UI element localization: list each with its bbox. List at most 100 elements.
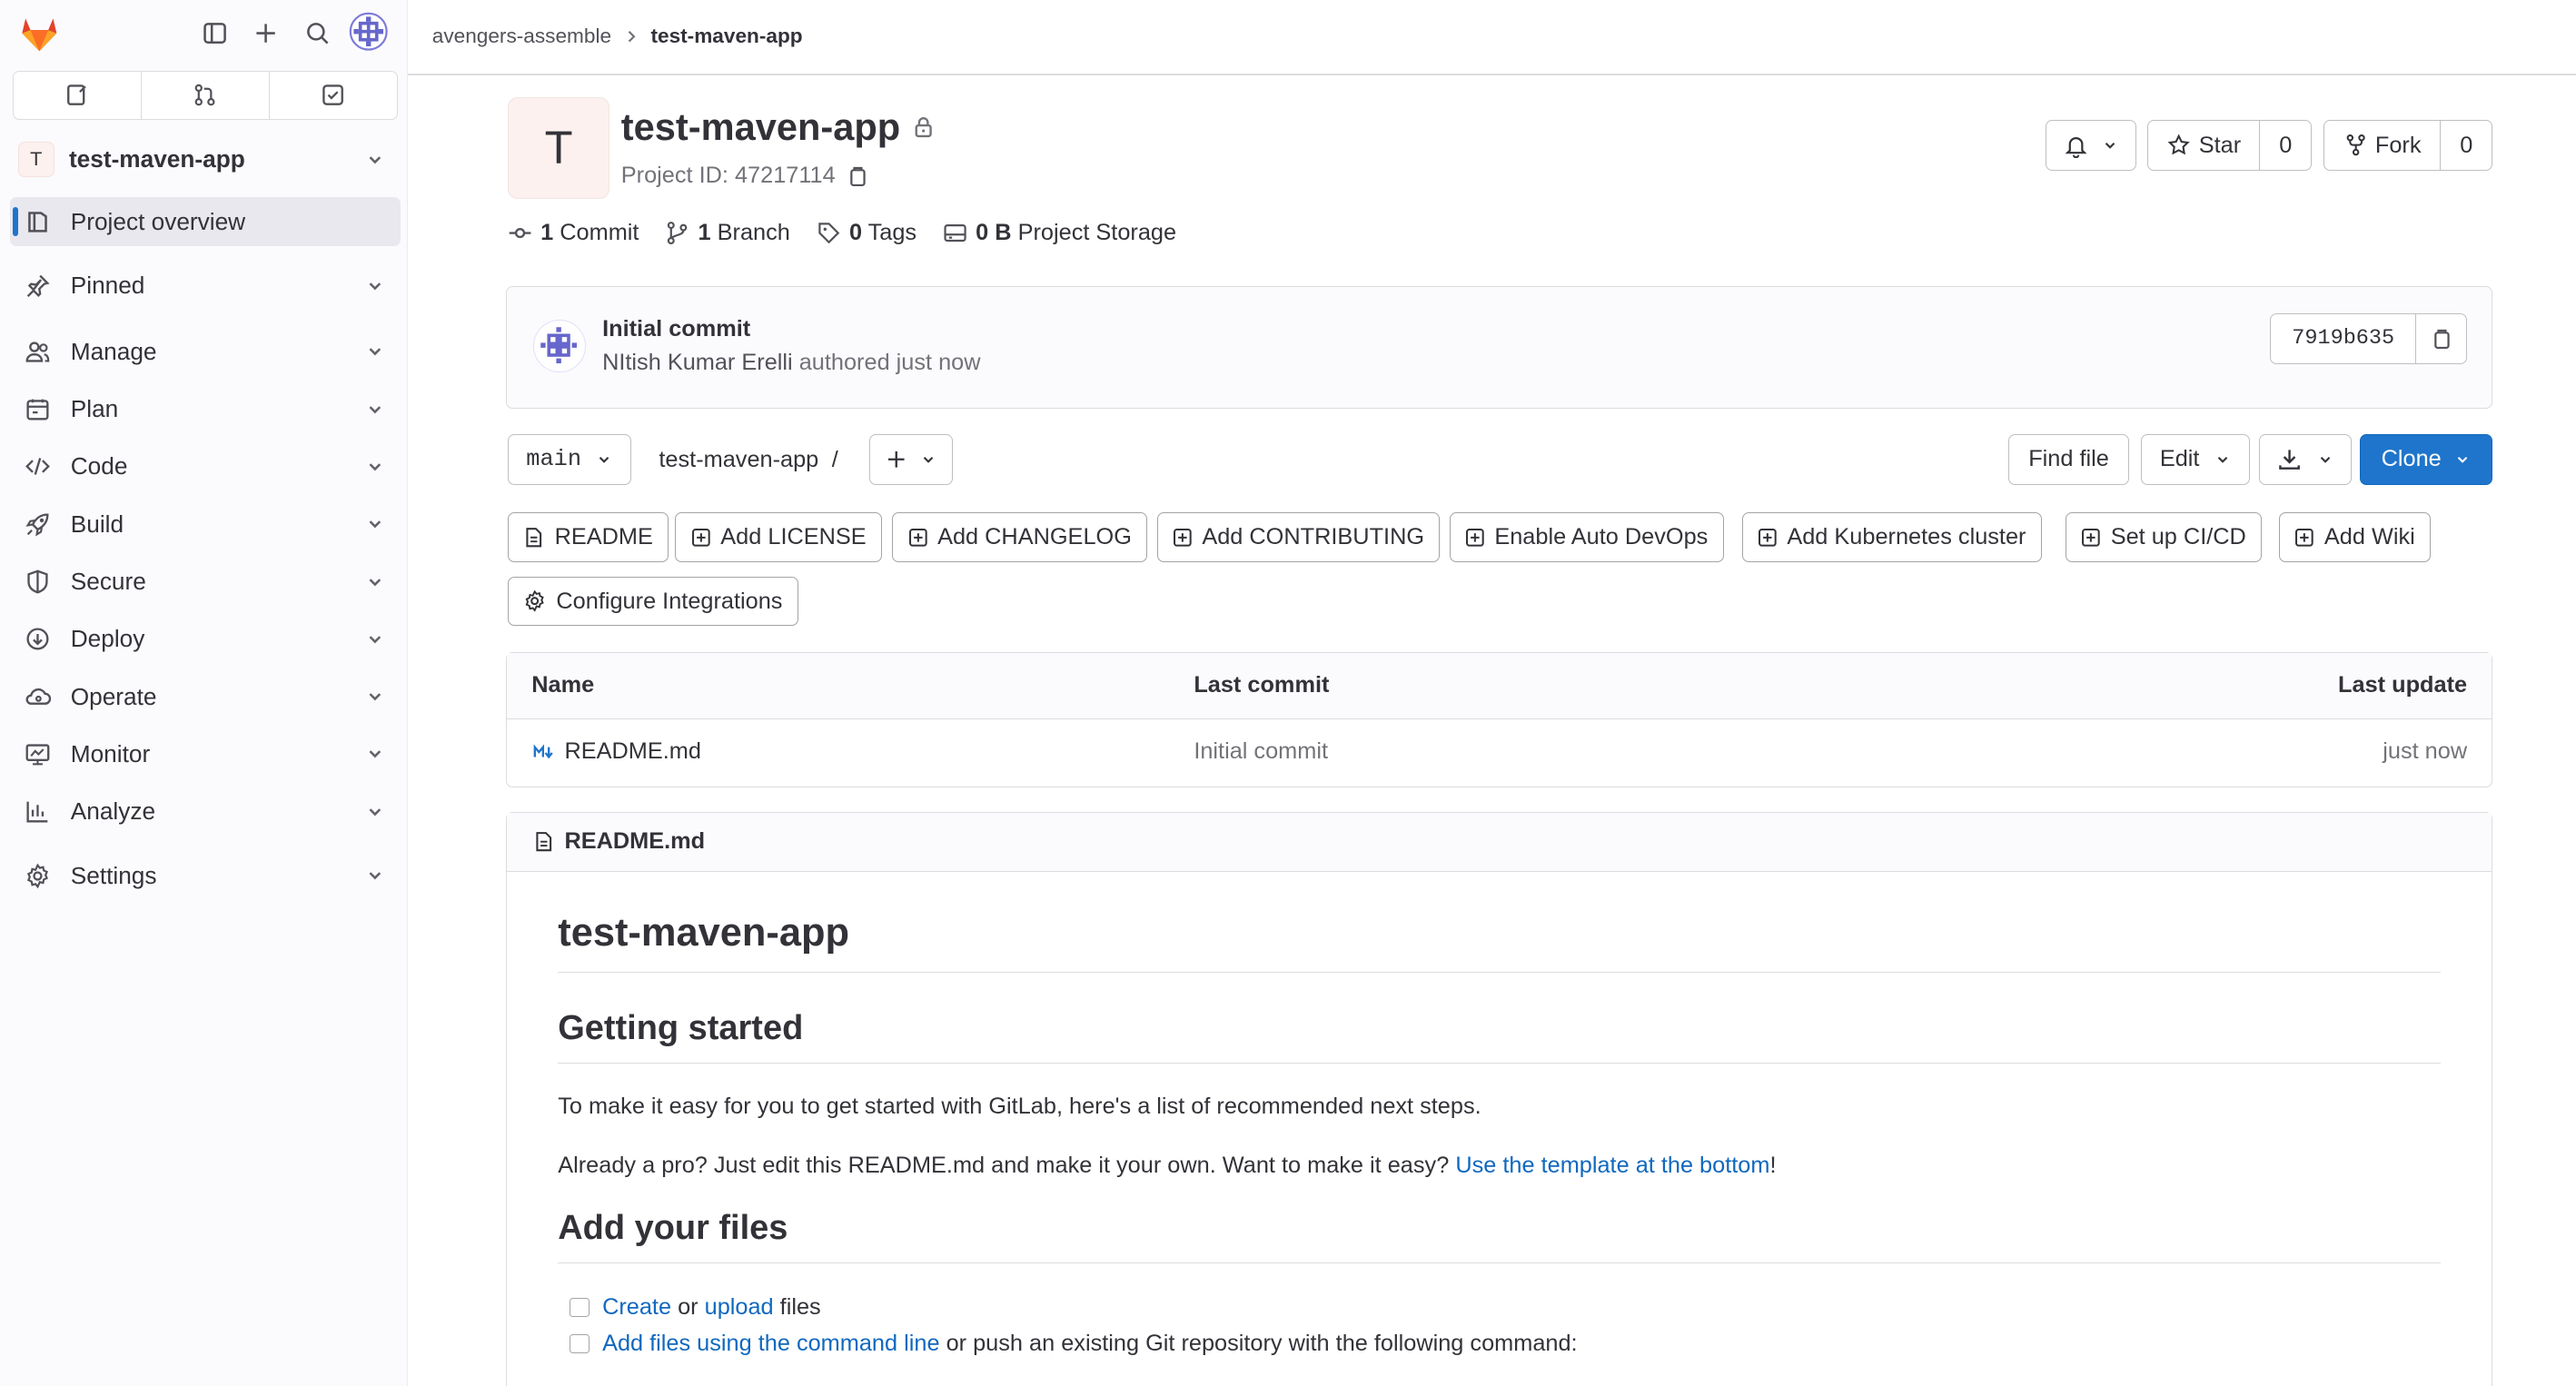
breadcrumb-group-link[interactable]: avengers-assemble <box>432 25 611 48</box>
set-up-ci-cd-button[interactable]: Set up CI/CD <box>2065 512 2263 562</box>
sidebar-item-analyze[interactable]: Analyze <box>10 787 401 837</box>
add-changelog-button[interactable]: Add CHANGELOG <box>892 512 1148 562</box>
commit-authored-time: authored just now <box>798 349 981 375</box>
add-license-button[interactable]: Add LICENSE <box>675 512 882 562</box>
sidebar-item-settings[interactable]: Settings <box>10 851 401 900</box>
copy-sha-button[interactable] <box>2416 312 2468 364</box>
repo-path-root-link[interactable]: test-maven-app <box>659 447 818 473</box>
upload-link[interactable]: upload <box>705 1294 774 1320</box>
last-commit-column-header: Last commit <box>1194 672 1330 698</box>
plus-square-icon <box>908 528 927 547</box>
sidebar-item-plan[interactable]: Plan <box>10 384 401 433</box>
project-id: Project ID: 47217114 <box>621 163 868 189</box>
commit-icon <box>509 228 531 239</box>
sidebar-item-pinned[interactable]: Pinned <box>10 262 401 311</box>
sidebar-item-project-overview[interactable]: Project overview <box>9 197 401 247</box>
storage-stat[interactable]: 0 B Project Storage <box>943 220 1176 246</box>
user-avatar-icon[interactable] <box>349 12 388 51</box>
find-file-button[interactable]: Find file <box>2007 433 2130 485</box>
merge-requests-tab[interactable] <box>141 70 270 121</box>
star-button[interactable]: Star <box>2147 120 2262 172</box>
search-icon[interactable] <box>299 15 335 51</box>
task-list-item: Add files using the command line or push… <box>558 1326 2441 1362</box>
plus-square-icon <box>1465 528 1484 547</box>
fork-button[interactable]: Fork <box>2323 120 2442 172</box>
sidebar-item-operate[interactable]: Operate <box>10 672 401 721</box>
readme-filename-link[interactable]: README.md <box>564 828 705 855</box>
todos-tab[interactable] <box>269 70 398 121</box>
download-dropdown[interactable] <box>2259 433 2352 485</box>
file-last-commit-link[interactable]: Initial commit <box>1194 738 1328 765</box>
notifications-dropdown[interactable] <box>2046 120 2136 172</box>
create-link[interactable]: Create <box>602 1294 671 1320</box>
chevron-down-icon <box>369 750 381 758</box>
chevron-down-icon <box>369 808 381 817</box>
enable-auto-devops-button[interactable]: Enable Auto DevOps <box>1449 512 1724 562</box>
settings-icon <box>23 861 53 891</box>
commits-stat[interactable]: 1 Commit <box>508 220 639 246</box>
edit-dropdown[interactable]: Edit <box>2141 433 2250 485</box>
star-count[interactable]: 0 <box>2259 120 2313 172</box>
quick-action-label: Add CHANGELOG <box>937 524 1132 550</box>
sidebar-item-label: Build <box>70 510 124 538</box>
add-to-tree-dropdown[interactable] <box>868 433 954 485</box>
pin-icon <box>23 271 53 301</box>
branch-selector[interactable]: main <box>507 433 631 485</box>
readme-content: test-maven-app Getting started To make i… <box>558 911 2442 1362</box>
commit-title-link[interactable]: Initial commit <box>602 316 750 342</box>
copy-icon <box>2434 329 2450 350</box>
project-title: test-maven-app <box>621 105 935 149</box>
storage-label: Project Storage <box>1017 220 1177 246</box>
sidebar-item-deploy[interactable]: Deploy <box>10 615 401 664</box>
copy-icon[interactable] <box>846 164 868 187</box>
tags-count: 0 <box>848 220 863 246</box>
configure-integrations-button[interactable]: Configure Integrations <box>507 576 798 627</box>
file-tree-table: Name Last commit Last update README.md I… <box>506 652 2493 787</box>
sidebar-item-build[interactable]: Build <box>10 500 401 549</box>
readme-heading-getting-started: Getting started <box>558 1009 2442 1064</box>
settings-icon <box>525 590 544 613</box>
readme-panel: README.md test-maven-app Getting started… <box>506 811 2493 1386</box>
task-checkbox[interactable] <box>569 1297 590 1318</box>
users-icon <box>23 337 53 367</box>
sidebar-item-secure[interactable]: Secure <box>10 557 401 606</box>
add-kubernetes-cluster-button[interactable]: Add Kubernetes cluster <box>1741 512 2042 562</box>
readme-quick-action[interactable]: README <box>507 512 669 562</box>
monitor-icon <box>23 739 53 769</box>
plus-icon[interactable] <box>248 15 284 51</box>
tags-stat[interactable]: 0 Tags <box>817 220 916 246</box>
table-row[interactable]: README.md Initial commit just now <box>507 719 2492 785</box>
sidebar-item-manage[interactable]: Manage <box>10 327 401 376</box>
chevron-down-icon <box>2105 143 2115 149</box>
task-checkbox[interactable] <box>569 1333 590 1354</box>
plus-square-icon <box>691 528 710 547</box>
readme-title: test-maven-app <box>558 911 2442 974</box>
project-switcher[interactable]: T test-maven-app <box>13 134 401 183</box>
star-label: Star <box>2198 132 2242 158</box>
sidebar-toggle-icon[interactable] <box>197 15 233 51</box>
breadcrumb-project-link[interactable]: test-maven-app <box>650 25 802 48</box>
commit-sha[interactable]: 7919b635 <box>2270 312 2417 364</box>
add-wiki-button[interactable]: Add Wiki <box>2279 512 2432 562</box>
readme-text: files <box>773 1294 821 1321</box>
gitlab-logo-icon[interactable] <box>16 10 63 56</box>
template-link[interactable]: Use the template at the bottom <box>1455 1153 1769 1178</box>
cloud-gear-icon <box>23 682 53 712</box>
add-contributing-button[interactable]: Add CONTRIBUTING <box>1156 512 1441 562</box>
branches-stat[interactable]: 1 Branch <box>665 220 790 246</box>
author-avatar-icon[interactable] <box>533 319 586 372</box>
fork-count[interactable]: 0 <box>2440 120 2493 172</box>
chart-icon <box>23 797 53 827</box>
sidebar-item-code[interactable]: Code <box>10 442 401 491</box>
issues-tab[interactable] <box>13 70 142 121</box>
sidebar-item-monitor[interactable]: Monitor <box>10 729 401 778</box>
plus-square-icon <box>2082 528 2100 547</box>
file-name-link[interactable]: README.md <box>564 738 701 765</box>
project-stats: 1 Commit 1 Branch 0 Tags 0 B Project Sto… <box>508 220 1176 246</box>
commit-author-link[interactable]: NItish Kumar Erelli <box>602 350 793 375</box>
sidebar-item-label: Pinned <box>70 272 145 300</box>
breadcrumb: avengers-assemble test-maven-app <box>432 25 803 48</box>
clone-dropdown[interactable]: Clone <box>2359 433 2493 485</box>
command-line-link[interactable]: Add files using the command line <box>602 1331 939 1356</box>
main-content: avengers-assemble test-maven-app T test-… <box>407 0 2576 1386</box>
